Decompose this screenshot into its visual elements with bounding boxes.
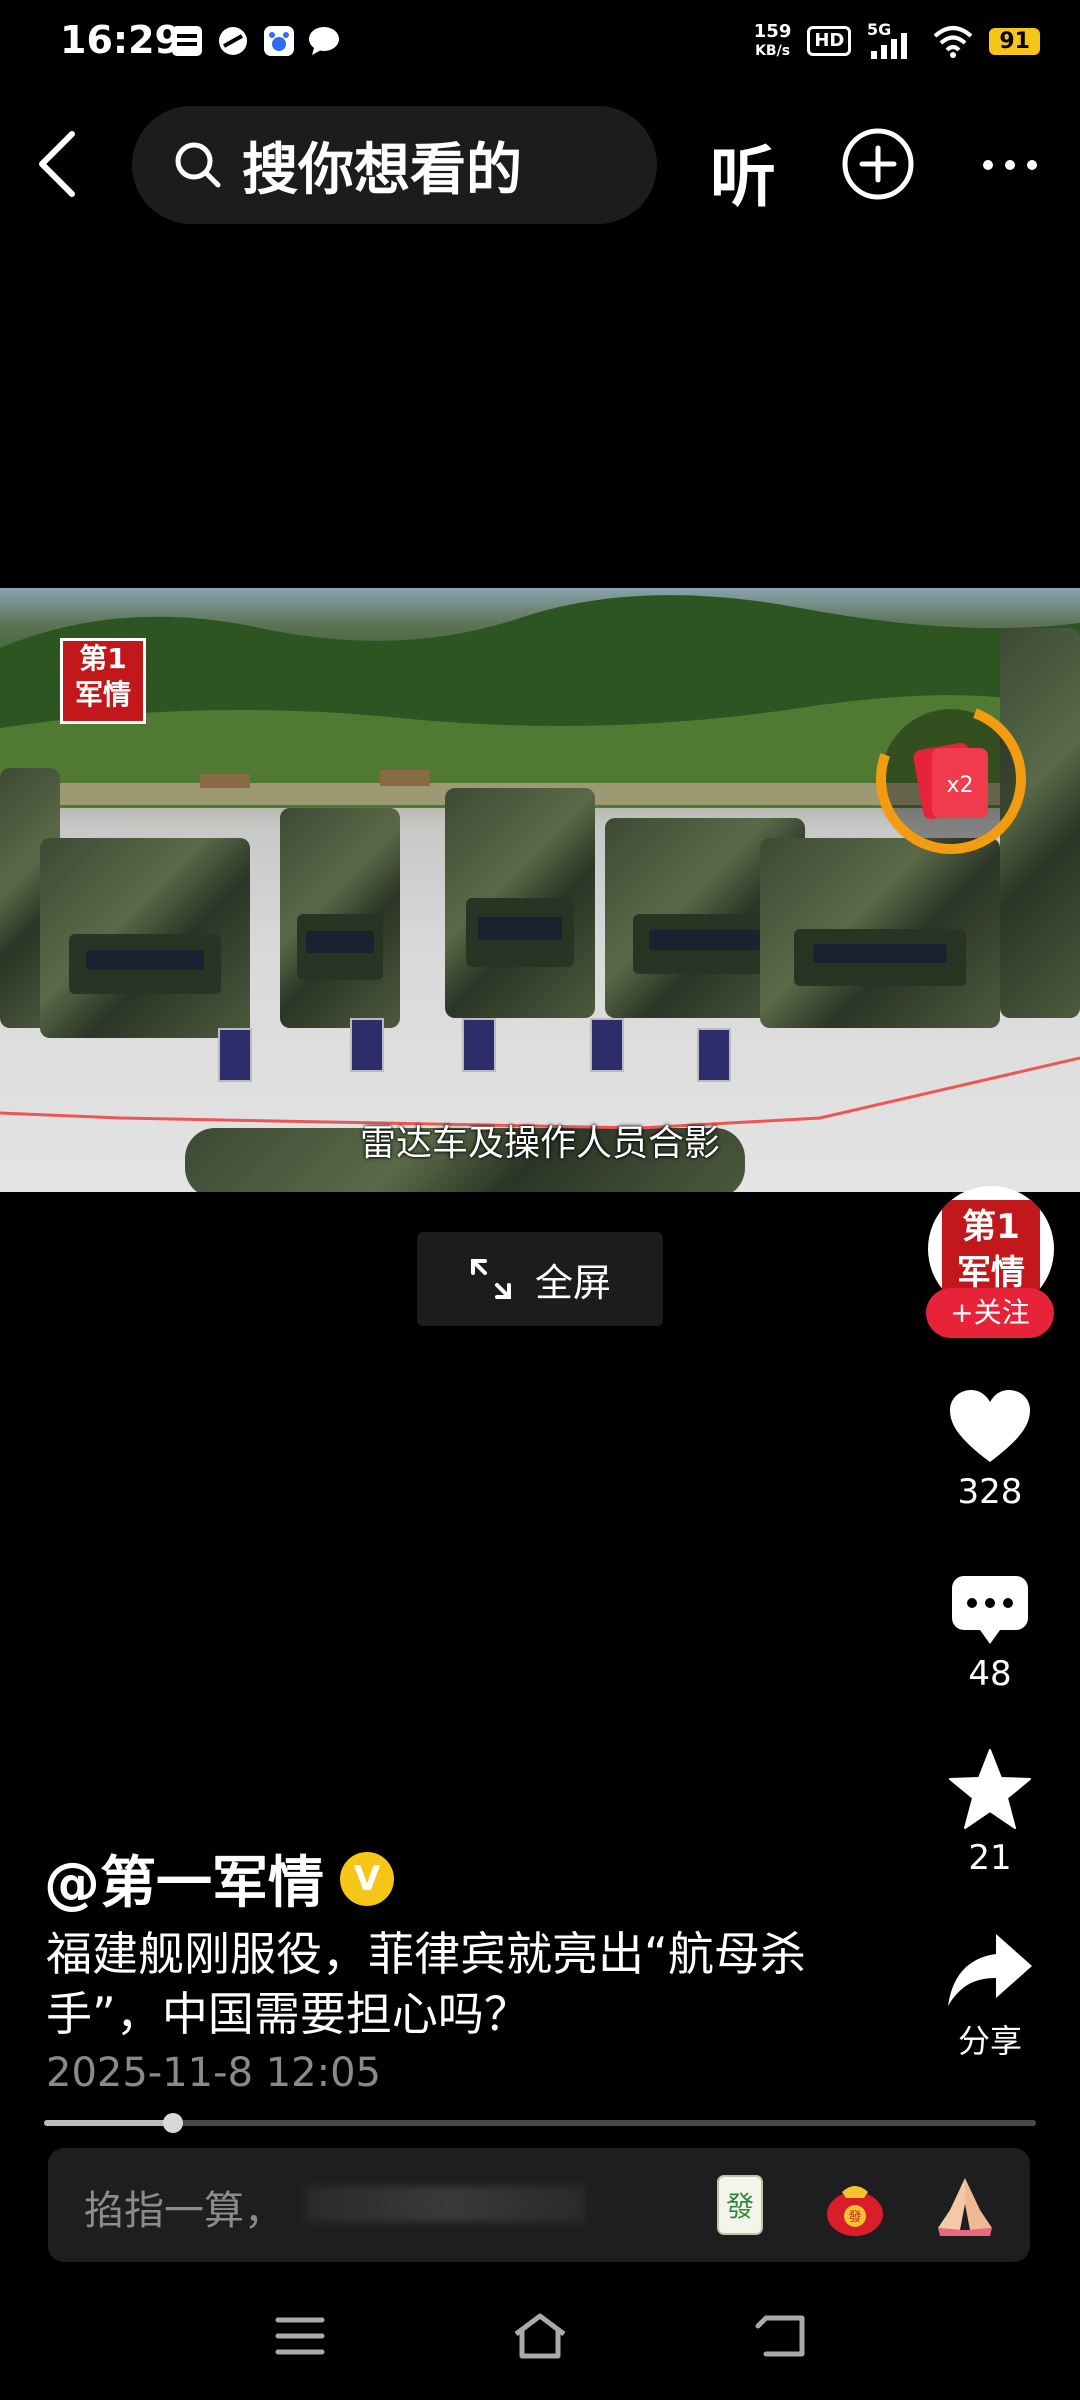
video-progress-bar[interactable]: [44, 2113, 1036, 2133]
video-truck: [280, 808, 400, 1028]
video-player[interactable]: 第1 军情 x2 雷达车及操作人员合影: [0, 588, 1080, 1192]
comment-hint-blurred: [306, 2186, 586, 2222]
favorite-count: 21: [968, 1838, 1012, 1878]
post-date: 2025-11-8 12:05: [46, 2050, 381, 2096]
red-packet-bonus-icon[interactable]: x2: [876, 704, 1026, 854]
fullscreen-label: 全屏: [534, 1260, 611, 1305]
progress-fill: [44, 2120, 173, 2126]
channel-watermark-logo: 第1 军情: [60, 638, 146, 724]
comment-prompt: 掐指一算，: [84, 2188, 284, 2234]
search-icon: [175, 142, 221, 188]
expand-icon: [470, 1259, 511, 1299]
comment-input[interactable]: 掐指一算， 發 發: [48, 2148, 1030, 2262]
app-notification-icon: [219, 27, 247, 55]
search-input[interactable]: 搜你想看的: [132, 106, 657, 224]
wifi-icon: [934, 26, 973, 58]
share-button[interactable]: 分享: [920, 1932, 1060, 2062]
like-button[interactable]: 328: [920, 1388, 1060, 1512]
svg-text:發: 發: [726, 2190, 754, 2223]
hd-badge: HD: [807, 26, 852, 56]
svg-text:5G: 5G: [867, 21, 891, 39]
comment-icon: [952, 1576, 1028, 1644]
status-time: 16:29: [60, 18, 181, 62]
fullscreen-button[interactable]: 全屏: [417, 1232, 663, 1326]
author-name-row[interactable]: @第一军情 V: [44, 1838, 394, 1919]
battery-indicator: 91: [989, 27, 1040, 55]
baidu-notification-icon: [264, 26, 294, 56]
back-arrow-icon[interactable]: [28, 124, 88, 204]
video-truck: [445, 788, 595, 1018]
like-count: 328: [957, 1472, 1023, 1512]
toutiao-notification-icon: [172, 26, 202, 56]
heart-icon: [950, 1390, 1030, 1462]
follow-button[interactable]: +关注: [926, 1288, 1054, 1338]
mahjong-emoji-icon[interactable]: 發: [704, 2170, 774, 2240]
comment-count: 48: [968, 1654, 1012, 1694]
signal-icon: 5G: [867, 21, 908, 59]
svg-text:x2: x2: [946, 773, 973, 798]
listen-button[interactable]: 听: [710, 124, 776, 220]
svg-text:發: 發: [848, 2210, 861, 2225]
share-label: 分享: [957, 2022, 1022, 2060]
author-name: @第一军情: [44, 1851, 324, 1916]
add-circle-icon[interactable]: [840, 126, 916, 202]
favorite-button[interactable]: 21: [920, 1748, 1060, 1878]
share-arrow-icon: [948, 1934, 1032, 2006]
network-speed: 159 KB/s: [753, 20, 792, 59]
fortune-bag-emoji-icon[interactable]: 發: [820, 2170, 890, 2240]
video-truck: [40, 838, 250, 1038]
video-title: 福建舰刚服役，菲律宾就亮出“航母杀手”，中国需要担心吗？: [46, 1927, 806, 2041]
video-truck: [760, 838, 1000, 1028]
message-notification-icon: [309, 27, 339, 55]
home-nav-icon[interactable]: [510, 2310, 570, 2362]
avatar-logo: 第1 军情: [942, 1200, 1040, 1298]
search-placeholder: 搜你想看的: [242, 137, 522, 203]
status-indicators: 159 KB/s HD 5G 91: [754, 16, 1040, 66]
pray-hands-emoji-icon[interactable]: [930, 2170, 1000, 2240]
verified-badge: V: [340, 1851, 394, 1906]
more-options-icon[interactable]: [980, 150, 1040, 180]
progress-handle[interactable]: [162, 2113, 183, 2133]
back-nav-icon[interactable]: [752, 2310, 812, 2362]
menu-nav-icon[interactable]: [270, 2310, 330, 2362]
comment-button[interactable]: 48: [920, 1574, 1060, 1694]
video-subtitle: 雷达车及操作人员合影: [359, 1123, 720, 1164]
star-icon: [949, 1749, 1031, 1829]
